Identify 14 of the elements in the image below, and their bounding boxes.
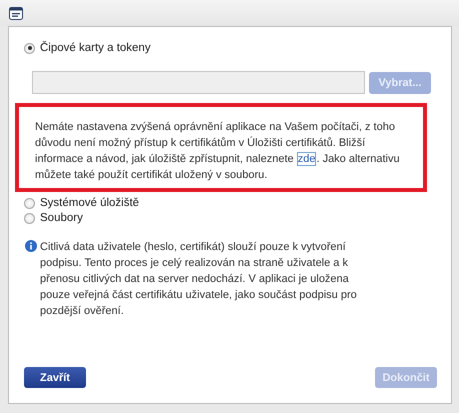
token-field[interactable]: [32, 71, 365, 94]
radio-option[interactable]: Soubory: [24, 212, 83, 224]
warning-message: Nemáte nastavena zvýšená oprávnění aplikace na Vašem počítači, z toho důvodu není možný přístup k certifikátům v Úložišti certifikátů. Bližší informace a návod, jak úložiště zpřístupnit, naleznete zde. Jako alternativu můžete také použít certifikát uložený v souboru.: [15, 103, 427, 192]
radio-option[interactable]: Čipové karty a tokeny: [24, 39, 151, 57]
info-text: Citlivá data uživatele (heslo, certifikát) slouží pouze k vytvoření podpisu. Tento proces je celý realizován na straně uživatele a k přenosu citlivých dat na server nedochází. V aplikaci je uložena pouze veřejná část certifikátu uživatele, jako součást podpisu pro pozdější ověření.: [40, 240, 358, 319]
radio-button[interactable]: [24, 42, 35, 54]
info-icon: [25, 240, 37, 252]
window-icon: [9, 6, 23, 20]
radio-button[interactable]: [24, 198, 35, 208]
radio-label: Čipové karty a tokeny: [40, 42, 151, 54]
radio-label: Soubory: [40, 212, 83, 224]
dialog-button[interactable]: Zavřít: [24, 367, 86, 388]
help-link[interactable]: zde: [296, 152, 316, 166]
radio-button[interactable]: [24, 212, 35, 224]
